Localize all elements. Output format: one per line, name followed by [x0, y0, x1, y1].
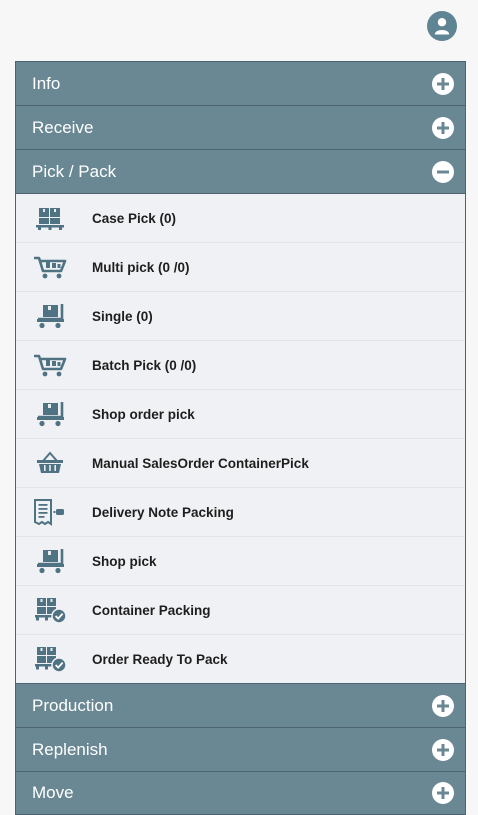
section-pick-pack[interactable]: Pick / Pack [16, 149, 465, 193]
expand-plus-icon[interactable] [432, 738, 454, 761]
menu-item-case-pick[interactable]: Case Pick (0) [16, 194, 465, 243]
menu-item-label: Multi pick (0 /0) [92, 259, 190, 275]
menu-item-label: Order Ready To Pack [92, 651, 228, 667]
user-avatar-icon[interactable] [427, 11, 457, 41]
menu-item-shop-order-pick[interactable]: Shop order pick [16, 390, 465, 439]
expand-plus-icon[interactable] [432, 694, 454, 717]
section-label: Replenish [32, 739, 108, 759]
trolley-icon [32, 400, 68, 428]
section-production[interactable]: Production [16, 683, 465, 727]
pallet-check-icon [32, 645, 68, 673]
menu-item-label: Batch Pick (0 /0) [92, 357, 197, 373]
menu-item-manual-salesorder-containerpick[interactable]: Manual SalesOrder ContainerPick [16, 439, 465, 488]
menu-item-batch-pick[interactable]: Batch Pick (0 /0) [16, 341, 465, 390]
expand-plus-icon[interactable] [432, 116, 454, 139]
menu-item-label: Container Packing [92, 602, 211, 618]
main-menu: Info Receive Pick / Pack Case Pick (0) M… [15, 61, 466, 815]
menu-item-label: Manual SalesOrder ContainerPick [92, 455, 309, 471]
menu-item-shop-pick[interactable]: Shop pick [16, 537, 465, 586]
menu-item-label: Case Pick (0) [92, 210, 177, 226]
section-label: Pick / Pack [32, 161, 117, 181]
basket-icon [32, 449, 68, 477]
section-replenish[interactable]: Replenish [16, 727, 465, 771]
section-label: Production [32, 695, 114, 715]
menu-item-label: Shop order pick [92, 406, 195, 422]
collapse-minus-icon[interactable] [432, 160, 454, 183]
trolley-icon [32, 302, 68, 330]
menu-item-single[interactable]: Single (0) [16, 292, 465, 341]
section-info[interactable]: Info [16, 61, 465, 105]
menu-item-order-ready-to-pack[interactable]: Order Ready To Pack [16, 635, 465, 683]
section-label: Receive [32, 117, 94, 137]
section-label: Info [32, 73, 61, 93]
trolley-icon [32, 547, 68, 575]
expand-plus-icon[interactable] [432, 72, 454, 95]
section-move[interactable]: Move [16, 771, 465, 815]
section-receive[interactable]: Receive [16, 105, 465, 149]
expand-plus-icon[interactable] [432, 782, 454, 804]
pick-pack-submenu: Case Pick (0) Multi pick (0 /0) Single (… [16, 193, 465, 683]
pallet-icon [32, 204, 68, 232]
menu-item-label: Single (0) [92, 308, 153, 324]
menu-item-container-packing[interactable]: Container Packing [16, 586, 465, 635]
receipt-scan-icon [32, 498, 68, 526]
menu-item-label: Delivery Note Packing [92, 504, 234, 520]
pallet-check-icon [32, 596, 68, 624]
cart-icon [32, 351, 68, 379]
menu-item-label: Shop pick [92, 553, 157, 569]
menu-item-delivery-note-packing[interactable]: Delivery Note Packing [16, 488, 465, 537]
cart-icon [32, 253, 68, 281]
section-label: Move [32, 783, 74, 802]
menu-item-multi-pick[interactable]: Multi pick (0 /0) [16, 243, 465, 292]
